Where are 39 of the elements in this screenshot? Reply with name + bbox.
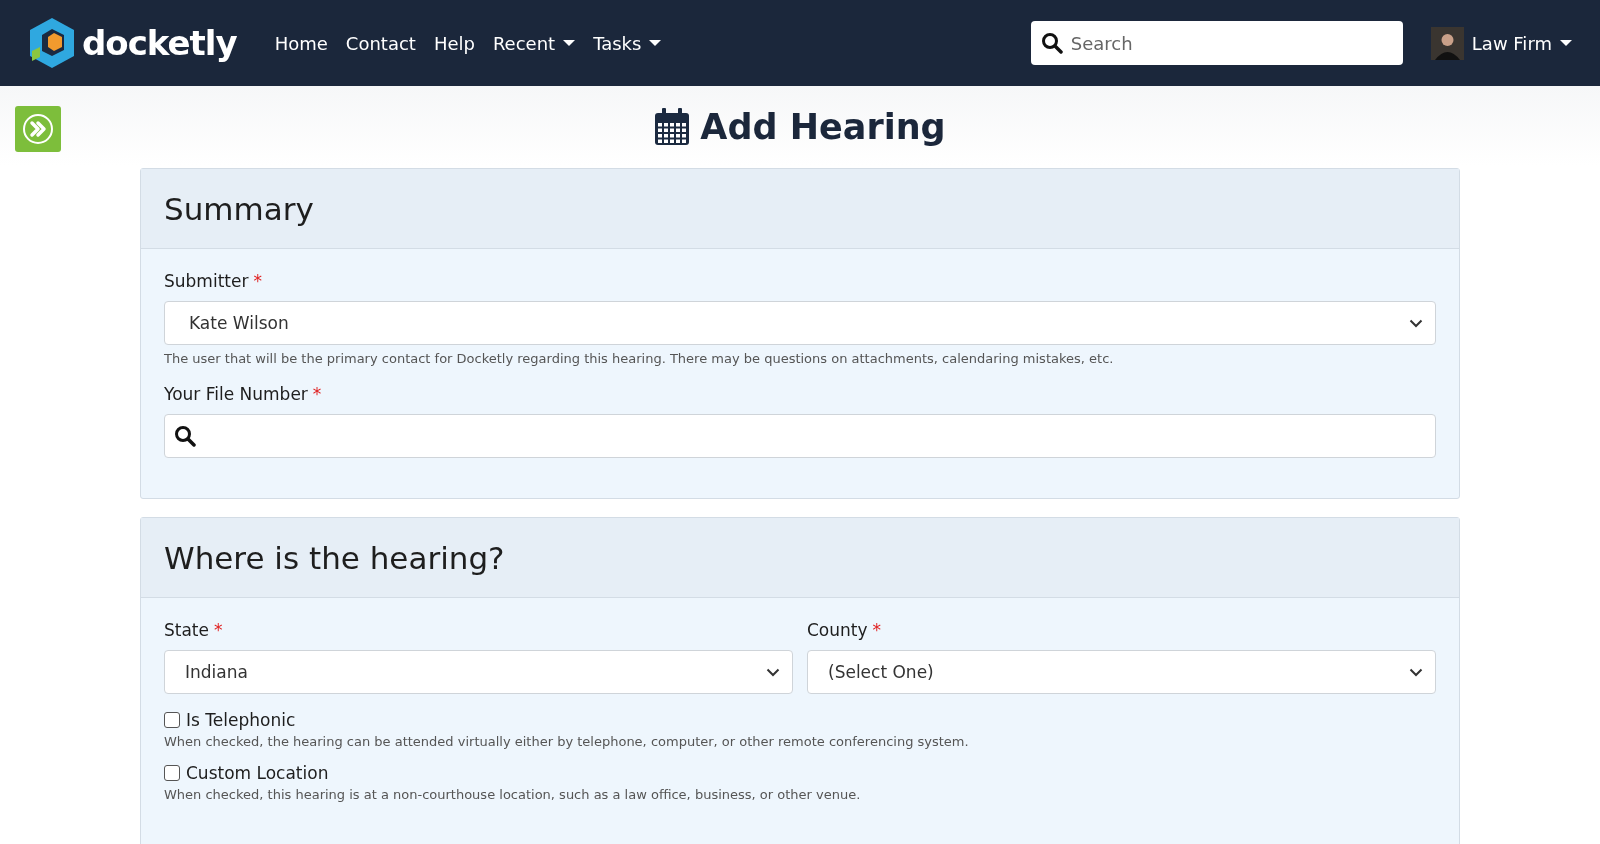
section-heading: Where is the hearing? [164, 539, 505, 576]
chevron-down-icon [1409, 318, 1423, 328]
nav-link[interactable]: Recent [492, 32, 576, 54]
nav-link[interactable]: Tasks [593, 32, 662, 54]
chevrons-right-icon [22, 113, 54, 145]
help-text: The user that will be the primary contact for Docketly regarding this hearing. There may be questions on attachments, calendaring mistakes, etc. [164, 351, 1115, 366]
required-asterisk: * [214, 620, 223, 640]
hexagon-logo-icon [28, 17, 76, 69]
checkbox[interactable] [164, 765, 180, 781]
help-text: When checked, the hearing can be attended virtually either by telephone, computer, or other remote conferencing system. [164, 734, 970, 749]
dropdown-select[interactable]: (Select One) [807, 650, 1436, 694]
required-asterisk: * [872, 620, 882, 640]
field-label: County [807, 620, 868, 640]
chevron-down-icon [1409, 667, 1423, 677]
checkbox-label: Is Telephonic [186, 710, 296, 730]
field-label: Your File Number [164, 384, 308, 404]
help-text: When checked, this hearing is at a non-courthouse location, such as a law office, business, or other venue. [164, 787, 862, 802]
search-field[interactable]: Search [1030, 21, 1403, 65]
calendar-icon [654, 108, 691, 146]
avatar-silhouette-icon [1430, 26, 1464, 60]
chevron-down-icon [766, 667, 780, 677]
search-icon [1040, 32, 1063, 54]
checkbox[interactable] [164, 712, 180, 728]
user-menu[interactable]: Law Firm [1471, 32, 1572, 54]
search-icon [174, 425, 196, 447]
required-asterisk: * [312, 384, 322, 404]
nav-link[interactable]: Contact [345, 32, 416, 54]
field-label: Submitter [164, 271, 249, 291]
page-title: Add Hearing [700, 107, 946, 147]
required-asterisk: * [253, 271, 262, 291]
nav-link[interactable]: Help [433, 32, 475, 54]
dropdown-select[interactable]: Indiana [164, 650, 793, 694]
nav-link[interactable]: Home [274, 32, 328, 54]
section-heading: Summary [164, 190, 314, 227]
checkbox-label: Custom Location [186, 763, 329, 783]
file-number-field[interactable] [164, 414, 1436, 458]
brand-name[interactable]: docketly [82, 23, 237, 63]
submitter-select[interactable]: Kate Wilson [164, 301, 1436, 345]
field-label: State [164, 620, 209, 640]
